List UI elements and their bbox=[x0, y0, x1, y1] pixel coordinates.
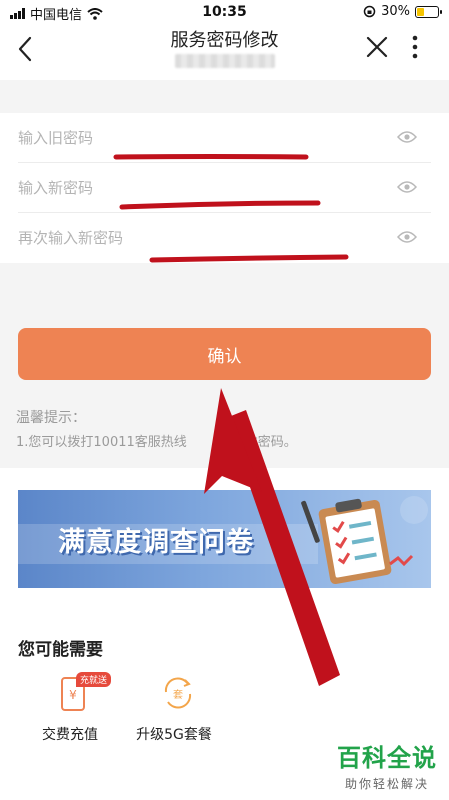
eye-icon[interactable] bbox=[397, 130, 417, 144]
banner-text: 满意度调查问卷 bbox=[58, 527, 254, 558]
new-password-input[interactable] bbox=[18, 163, 378, 213]
tips-title: 温馨提示： bbox=[16, 410, 86, 426]
tips-line-start: 1.您可以拨打10011客服热线 bbox=[16, 435, 187, 450]
upgrade-5g-label: 升级5G套餐 bbox=[136, 727, 212, 743]
battery-icon bbox=[415, 5, 442, 18]
new-password-field bbox=[18, 163, 431, 213]
status-bar: 中国电信 10:35 30% bbox=[0, 0, 449, 24]
upgrade-5g-shortcut[interactable]: 套 升级5G套餐 bbox=[124, 672, 224, 752]
old-password-input[interactable] bbox=[18, 113, 378, 163]
survey-banner[interactable]: 满意度调查问卷 bbox=[18, 490, 431, 588]
recommend-title: 您可能需要 bbox=[18, 640, 103, 660]
password-form bbox=[0, 113, 449, 263]
clipboard-icon bbox=[301, 496, 428, 585]
confirm-password-input[interactable] bbox=[18, 213, 378, 263]
recharge-label: 交费充值 bbox=[42, 727, 98, 743]
confirm-button[interactable]: 确认 bbox=[18, 328, 431, 380]
watermark-main: 百科全说 bbox=[337, 744, 437, 772]
eye-icon[interactable] bbox=[397, 180, 417, 194]
section-spacer bbox=[0, 80, 449, 113]
orientation-lock-icon bbox=[363, 5, 376, 18]
svg-text:¥: ¥ bbox=[69, 688, 77, 702]
blurred-phone-number bbox=[175, 54, 275, 68]
package-upgrade-icon: 套 bbox=[164, 677, 192, 709]
battery-level bbox=[417, 7, 424, 16]
tips-line-end: 改密码。 bbox=[244, 435, 297, 450]
battery-percent: 30% bbox=[381, 4, 410, 19]
navigation-header: 服务密码修改 bbox=[0, 24, 449, 78]
more-vertical-icon[interactable] bbox=[408, 34, 422, 60]
tips-line: 1.您可以拨打10011客服热线 改密码。 bbox=[16, 431, 297, 450]
eye-icon[interactable] bbox=[397, 230, 417, 244]
recharge-shortcut[interactable]: ¥ 充就送 交费充值 bbox=[20, 672, 120, 752]
svg-text:套: 套 bbox=[173, 688, 183, 701]
watermark-sub: 助你轻松解决 bbox=[344, 777, 429, 791]
recharge-badge: 充就送 bbox=[76, 672, 112, 687]
watermark-logo: 百科全说 助你轻松解决 bbox=[337, 738, 437, 792]
close-icon[interactable] bbox=[364, 34, 390, 60]
old-password-field bbox=[18, 113, 431, 163]
confirm-password-field bbox=[18, 213, 431, 263]
status-right: 30% bbox=[363, 4, 442, 19]
